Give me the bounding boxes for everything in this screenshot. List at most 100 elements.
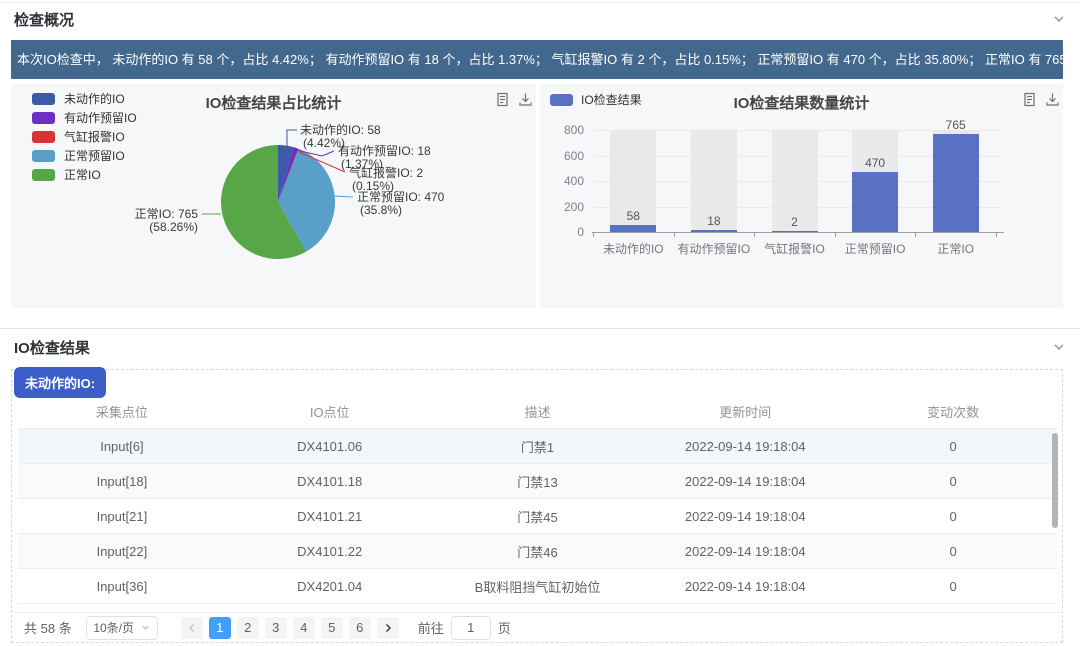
page-button-1[interactable]: 1 [209,617,231,639]
table-cell: Input[22] [18,544,226,559]
page-number-buttons: 123456 [206,617,374,639]
download-icon[interactable] [1045,92,1060,107]
bar-chart-card: IO检查结果数量统计 IO检查结果 020040060080058未动作的IO1… [540,84,1063,308]
page-button-2[interactable]: 2 [237,617,259,639]
x-axis-category-label: 有动作预留IO [669,240,759,257]
page-size-select[interactable]: 10条/页 [86,616,158,640]
table-cell: DX4201.04 [226,579,434,594]
bar[interactable] [933,134,979,232]
legend-label: 正常预留IO [64,147,125,164]
table-row[interactable]: Input[18]DX4101.18门禁132022-09-14 19:18:0… [18,464,1057,499]
bar-value-label: 58 [603,209,663,223]
x-axis-tick [593,232,594,237]
io-results-table: 采集点位IO点位描述更新时间变动次数 Input[6]DX4101.06门禁12… [18,394,1057,604]
x-axis-tick [996,232,997,237]
table-cell: 门禁13 [434,472,642,491]
results-collapse-header[interactable]: IO检查结果 [14,334,1066,360]
table-row[interactable]: Input[22]DX4101.22门禁462022-09-14 19:18:0… [18,534,1057,569]
table-cell: 0 [849,509,1057,524]
table-cell: 门禁45 [434,507,642,526]
results-title: IO检查结果 [14,337,90,358]
legend-swatch [32,150,55,162]
page-button-5[interactable]: 5 [321,617,343,639]
pagination-bar: 共 58 条 10条/页 123456 前往 页 [12,612,1062,642]
table-cell: 门禁46 [434,542,642,561]
data-view-icon[interactable] [1022,92,1037,107]
bar-legend-swatch [550,94,573,106]
page-button-4[interactable]: 4 [293,617,315,639]
pie-slice[interactable] [278,147,298,202]
pie-slice[interactable] [278,145,294,202]
x-axis-category-label: 正常IO [911,240,1001,257]
table-cell: 0 [849,579,1057,594]
pie-slice[interactable] [221,145,306,259]
table-cell: 2022-09-14 19:18:04 [641,439,849,454]
pie-label-line [333,196,353,197]
bar-legend-label: IO检查结果 [581,91,642,108]
pie-data-label: (58.26%) [149,220,198,234]
pie-data-label: (1.37%) [341,157,383,171]
x-axis-tick [915,232,916,237]
table-cell: 2022-09-14 19:18:04 [641,509,849,524]
table-cell: 2022-09-14 19:18:04 [641,579,849,594]
legend-label: 有动作预留IO [64,109,137,126]
table-row[interactable]: Input[36]DX4201.04B取料阻挡气缸初始位2022-09-14 1… [18,569,1057,604]
page-button-6[interactable]: 6 [349,617,371,639]
bar-legend[interactable]: IO检查结果 [550,90,642,109]
overview-title: 检查概况 [14,9,74,30]
table-cell: B取料阻挡气缸初始位 [434,577,642,596]
legend-label: 气缸报警IO [64,128,125,145]
result-type-badge[interactable]: 未动作的IO: [14,367,106,398]
y-axis-tick-label: 0 [540,225,584,239]
pie-data-label: (4.42%) [303,136,345,150]
pie-data-label: (35.8%) [360,203,402,217]
bar[interactable] [691,230,737,232]
goto-page-input[interactable] [451,616,491,640]
pie-legend-item[interactable]: 未动作的IO [32,89,137,108]
legend-swatch [32,93,55,105]
chevron-down-icon[interactable] [1052,12,1066,26]
pie-legend-item[interactable]: 正常IO [32,165,137,184]
pie-legend-item[interactable]: 有动作预留IO [32,108,137,127]
chevron-left-icon [187,623,197,633]
table-row[interactable]: Input[6]DX4101.06门禁12022-09-14 19:18:040 [18,429,1057,464]
x-axis-category-label: 气缸报警IO [750,240,840,257]
overview-collapse-header[interactable]: 检查概况 [14,6,1066,32]
table-header-row: 采集点位IO点位描述更新时间变动次数 [18,394,1057,429]
table-scrollbar[interactable] [1052,433,1058,528]
x-axis-tick [835,232,836,237]
pie-legend: 未动作的IO 有动作预留IO 气缸报警IO 正常预留IO正常IO [32,89,137,184]
legend-label: 未动作的IO [64,90,125,107]
bar[interactable] [610,225,656,232]
pie-label-line [287,130,297,148]
pie-legend-item[interactable]: 正常预留IO [32,146,137,165]
table-cell: Input[21] [18,509,226,524]
chevron-down-icon[interactable] [1052,340,1066,354]
bar-value-label: 18 [684,214,744,228]
bar-chart-toolbar [1022,92,1060,107]
download-icon[interactable] [518,92,533,107]
pie-legend-item[interactable]: 气缸报警IO [32,127,137,146]
y-axis-tick-label: 800 [540,123,584,137]
pie-chart-card: IO检查结果占比统计 未动作的IO有动作预留IO气缸报警IO正常预留IO正常IO… [11,84,536,308]
data-view-icon[interactable] [495,92,510,107]
page-button-3[interactable]: 3 [265,617,287,639]
table-cell: 门禁1 [434,437,642,456]
legend-swatch [32,112,55,124]
io-inspection-page: 检查概况 本次IO检查中， 未动作的IO 有 58 个，占比 4.42%； 有动… [0,0,1080,646]
pagination-total: 共 58 条 [24,618,72,637]
pie-slice[interactable] [278,149,299,202]
bar[interactable] [852,172,898,232]
pie-data-label: 气缸报警IO: 2 [349,165,423,180]
next-page-button[interactable] [377,617,399,639]
x-axis-tick [754,232,755,237]
table-cell: DX4101.06 [226,439,434,454]
table-row[interactable]: Input[21]DX4101.21门禁452022-09-14 19:18:0… [18,499,1057,534]
summary-banner: 本次IO检查中， 未动作的IO 有 58 个，占比 4.42%； 有动作预留IO… [11,40,1063,79]
pie-data-label: (0.15%) [352,179,394,193]
pie-slice[interactable] [278,149,335,252]
table-column-header: IO点位 [226,402,434,421]
bar[interactable] [772,231,818,232]
prev-page-button[interactable] [181,617,203,639]
pie-data-label: 正常预留IO: 470 [357,190,445,204]
